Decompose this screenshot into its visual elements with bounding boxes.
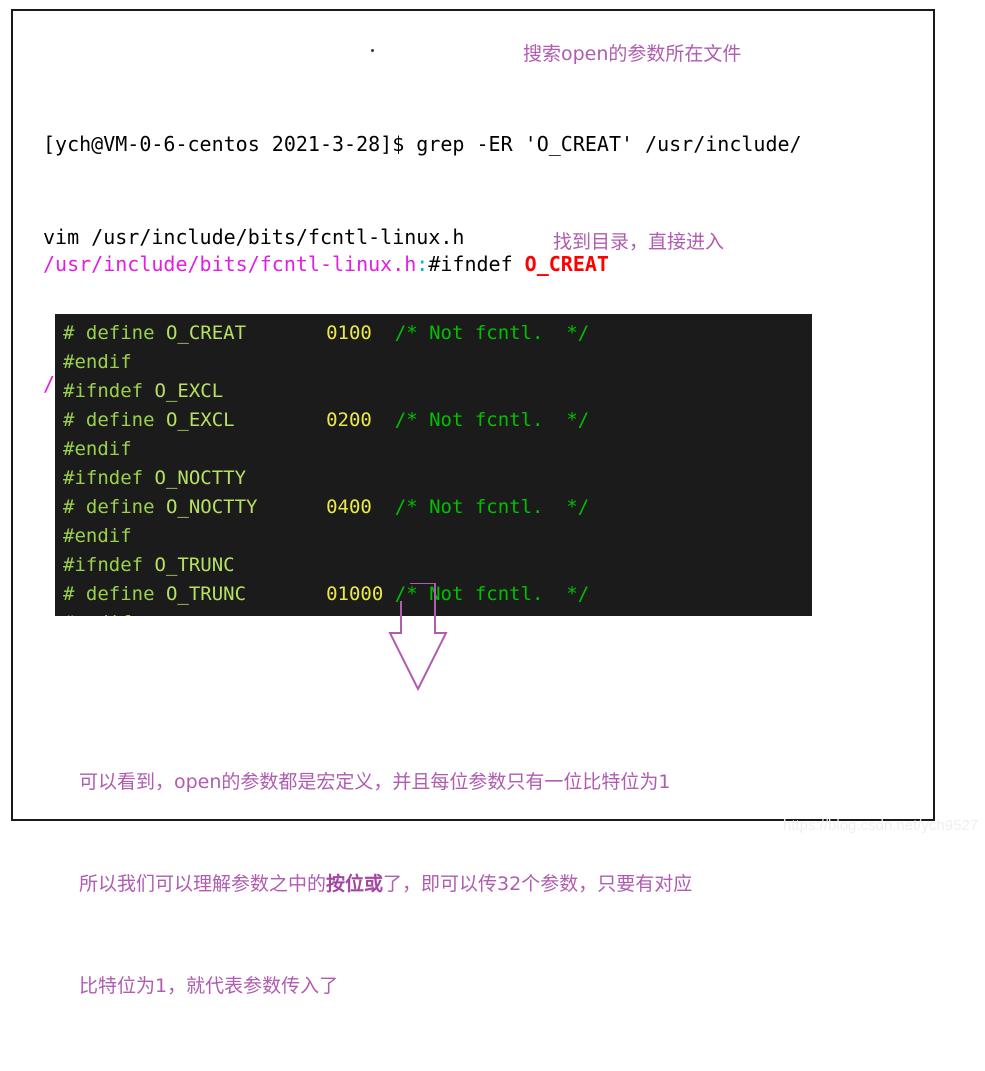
code-directive: #endif — [63, 525, 132, 547]
vim-command-line: vim /usr/include/bits/fcntl-linux.h — [43, 225, 465, 249]
code-line: # define O_TRUNC 01000 /* Not fcntl. */ — [63, 580, 589, 609]
code-octal-value: 0400 — [326, 496, 372, 518]
code-line: # define O_EXCL 0200 /* Not fcntl. */ — [63, 406, 589, 435]
code-line: #endif — [63, 522, 589, 551]
grep-result-separator: : — [416, 252, 429, 276]
stray-dot-artifact — [371, 49, 374, 52]
code-directive: #ifndef — [63, 380, 155, 402]
code-spacing — [246, 322, 326, 344]
code-line: #ifndef O_TRUNC — [63, 551, 589, 580]
code-directive: # define — [63, 583, 166, 605]
down-arrow-icon — [388, 583, 448, 691]
annotation-vim-note: 找到目录，直接进入 — [553, 231, 725, 253]
explanation-line-1: 可以看到，open的参数都是宏定义，并且每位参数只有一位比特位为1 — [79, 771, 671, 793]
page-frame: 搜索open的参数所在文件 [ych@VM-0-6-centos 2021-3-… — [11, 9, 978, 997]
shell-prompt: [ych@VM-0-6-centos 2021-3-28]$ — [43, 132, 417, 156]
code-directive: #endif — [63, 438, 132, 460]
code-line: #endif — [63, 609, 589, 616]
explanation-line-3: 比特位为1，就代表参数传入了 — [79, 975, 339, 997]
code-spacing — [246, 583, 326, 605]
code-spacing — [372, 322, 395, 344]
explanation-line-2: 所以我们可以理解参数之中的按位或了，即可以传32个参数，只要有对应 — [79, 867, 692, 901]
watermark: https://blog.csdn.net/ych9527 — [783, 817, 979, 834]
annotation-explanation: 可以看到，open的参数都是宏定义，并且每位参数只有一位比特位为1 所以我们可以… — [79, 697, 692, 1071]
code-octal-value: 01000 — [326, 583, 384, 605]
code-panel: # define O_CREAT 0100 /* Not fcntl. */ #e… — [55, 314, 812, 616]
code-directive: #endif — [63, 351, 132, 373]
code-octal-value: 0200 — [326, 409, 372, 431]
code-line: #endif — [63, 435, 589, 464]
grep-result-match: O_CREAT — [524, 252, 609, 276]
code-spacing — [372, 496, 395, 518]
code-directive: #ifndef — [63, 467, 155, 489]
code-macro-name: O_CREAT — [165, 322, 247, 344]
code-comment: /* Not fcntl. */ — [394, 496, 590, 518]
code-macro-name: O_EXCL — [165, 409, 235, 431]
code-octal-value: 0100 — [326, 322, 372, 344]
code-directive: # define — [63, 409, 166, 431]
code-comment: /* Not fcntl. */ — [394, 409, 590, 431]
code-directive: # define — [63, 322, 166, 344]
grep-result-text: #ifndef — [428, 252, 525, 276]
shell-command: grep -ER 'O_CREAT' /usr/include/ — [416, 132, 802, 156]
code-macro-name: O_NOCTTY — [165, 496, 258, 518]
code-line: # define O_CREAT 0100 /* Not fcntl. */ — [63, 319, 589, 348]
code-spacing — [372, 409, 395, 431]
code-line: #ifndef O_EXCL — [63, 377, 589, 406]
code-macro-name: O_NOCTTY — [154, 467, 247, 489]
code-directive: #endif — [63, 612, 132, 616]
explanation-emphasis-bitwise-or: 按位或 — [326, 873, 384, 895]
code-directive: #ifndef — [63, 554, 155, 576]
code-comment: /* Not fcntl. */ — [394, 322, 590, 344]
annotation-search-note: 搜索open的参数所在文件 — [523, 43, 742, 65]
code-lines: # define O_CREAT 0100 /* Not fcntl. */ #e… — [63, 319, 589, 616]
code-macro-name: O_TRUNC — [165, 583, 247, 605]
code-directive: # define — [63, 496, 166, 518]
code-spacing — [235, 409, 327, 431]
console-prompt-line: [ych@VM-0-6-centos 2021-3-28]$ grep -ER … — [43, 129, 802, 159]
grep-result-path: /usr/include/bits/fcntl-linux.h — [43, 252, 417, 276]
explanation-line-2-part-c: 了，即可以传32个参数，只要有对应 — [383, 873, 693, 895]
code-macro-name: O_TRUNC — [154, 554, 235, 576]
code-line: # define O_NOCTTY 0400 /* Not fcntl. */ — [63, 493, 589, 522]
code-line: #ifndef O_NOCTTY — [63, 464, 589, 493]
code-macro-name: O_EXCL — [154, 380, 224, 402]
code-spacing — [257, 496, 326, 518]
code-line: #endif — [63, 348, 589, 377]
explanation-line-2-part-a: 所以我们可以理解参数之中的 — [79, 873, 327, 895]
